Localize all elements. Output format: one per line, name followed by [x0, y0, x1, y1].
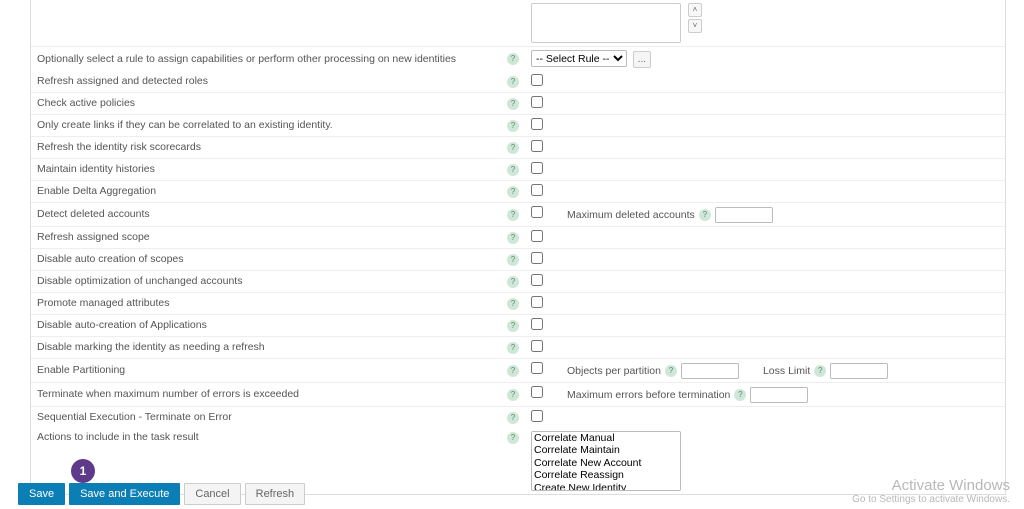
help-icon[interactable]: ? — [507, 209, 519, 221]
option-label: Promote managed attributes — [31, 292, 501, 314]
extra-label: Objects per partition — [567, 365, 661, 377]
disable_mark-checkbox[interactable] — [531, 340, 543, 352]
check_policies-checkbox[interactable] — [531, 96, 543, 108]
terminate_errors-checkbox[interactable] — [531, 386, 543, 398]
option-label: Disable marking the identity as needing … — [31, 336, 501, 358]
help-icon[interactable]: ? — [507, 98, 519, 110]
rule-select[interactable]: -- Select Rule -- — [531, 50, 627, 67]
help-icon[interactable]: ? — [507, 142, 519, 154]
terminate_errors-extra-0-input[interactable] — [750, 387, 808, 403]
help-icon[interactable]: ? — [665, 365, 677, 377]
rule-browse-button[interactable]: ... — [633, 51, 651, 68]
help-icon[interactable]: ? — [507, 232, 519, 244]
footer-toolbar: Save Save and Execute Cancel Refresh — [18, 483, 305, 505]
refresh-button[interactable]: Refresh — [245, 483, 306, 505]
sequential-checkbox[interactable] — [531, 410, 543, 422]
help-icon[interactable]: ? — [507, 164, 519, 176]
help-icon[interactable]: ? — [699, 209, 711, 221]
help-icon[interactable]: ? — [814, 365, 826, 377]
option-label: Maintain identity histories — [31, 158, 501, 180]
help-icon[interactable]: ? — [507, 53, 519, 65]
save-button[interactable]: Save — [18, 483, 65, 505]
refresh_scorecards-checkbox[interactable] — [531, 140, 543, 152]
spin-up-icon[interactable]: ˄ — [688, 3, 702, 17]
option-label: Detect deleted accounts — [31, 202, 501, 226]
help-icon[interactable]: ? — [507, 254, 519, 266]
refresh_scope-checkbox[interactable] — [531, 230, 543, 242]
option-label: Only create links if they can be correla… — [31, 114, 501, 136]
option-label: Enable Delta Aggregation — [31, 180, 501, 202]
option-label: Refresh assigned scope — [31, 226, 501, 248]
help-icon[interactable]: ? — [507, 76, 519, 88]
extra-label: Loss Limit — [763, 365, 810, 377]
option-label: Disable optimization of unchanged accoun… — [31, 270, 501, 292]
option-label: Disable auto-creation of Applications — [31, 314, 501, 336]
help-icon[interactable]: ? — [507, 365, 519, 377]
actions-multiselect[interactable]: Correlate ManualCorrelate MaintainCorrel… — [531, 431, 681, 491]
help-icon[interactable]: ? — [507, 320, 519, 332]
detect_deleted-checkbox[interactable] — [531, 206, 543, 218]
help-icon[interactable]: ? — [507, 432, 519, 444]
help-icon[interactable]: ? — [507, 389, 519, 401]
disable_apps-checkbox[interactable] — [531, 318, 543, 330]
maintain_histories-checkbox[interactable] — [531, 162, 543, 174]
spin-down-icon[interactable]: ˅ — [688, 19, 702, 33]
help-icon[interactable]: ? — [507, 276, 519, 288]
help-icon[interactable]: ? — [507, 186, 519, 198]
option-label: Enable Partitioning — [31, 358, 501, 382]
detect_deleted-extra-0-input[interactable] — [715, 207, 773, 223]
extra-label: Maximum errors before termination — [567, 389, 730, 401]
rule-select-label: Optionally select a rule to assign capab… — [31, 47, 501, 71]
help-icon[interactable]: ? — [507, 298, 519, 310]
enable_part-extra-0-input[interactable] — [681, 363, 739, 379]
option-label: Sequential Execution - Terminate on Erro… — [31, 406, 501, 428]
help-icon[interactable]: ? — [734, 389, 746, 401]
extra-label: Maximum deleted accounts — [567, 209, 695, 221]
enable_delta-checkbox[interactable] — [531, 184, 543, 196]
option-label: Terminate when maximum number of errors … — [31, 382, 501, 406]
top-textarea[interactable] — [531, 3, 681, 43]
help-icon[interactable]: ? — [507, 342, 519, 354]
option-label: Check active policies — [31, 92, 501, 114]
only_create_links-checkbox[interactable] — [531, 118, 543, 130]
cancel-button[interactable]: Cancel — [184, 483, 240, 505]
help-icon[interactable]: ? — [507, 412, 519, 424]
help-icon[interactable]: ? — [507, 120, 519, 132]
enable_part-checkbox[interactable] — [531, 362, 543, 374]
option-label: Disable auto creation of scopes — [31, 248, 501, 270]
step-marker: 1 — [71, 459, 95, 483]
option-label: Refresh assigned and detected roles — [31, 71, 501, 93]
disable_optim-checkbox[interactable] — [531, 274, 543, 286]
enable_part-extra-1-input[interactable] — [830, 363, 888, 379]
refresh_roles-checkbox[interactable] — [531, 74, 543, 86]
windows-watermark: Activate Windows Go to Settings to activ… — [852, 477, 1010, 505]
option-label: Refresh the identity risk scorecards — [31, 136, 501, 158]
disable_scopes-checkbox[interactable] — [531, 252, 543, 264]
promote_attrs-checkbox[interactable] — [531, 296, 543, 308]
save-and-execute-button[interactable]: Save and Execute — [69, 483, 180, 505]
task-options-table: ˄ ˅ Optionally select a rule to assign c… — [31, 0, 1005, 494]
